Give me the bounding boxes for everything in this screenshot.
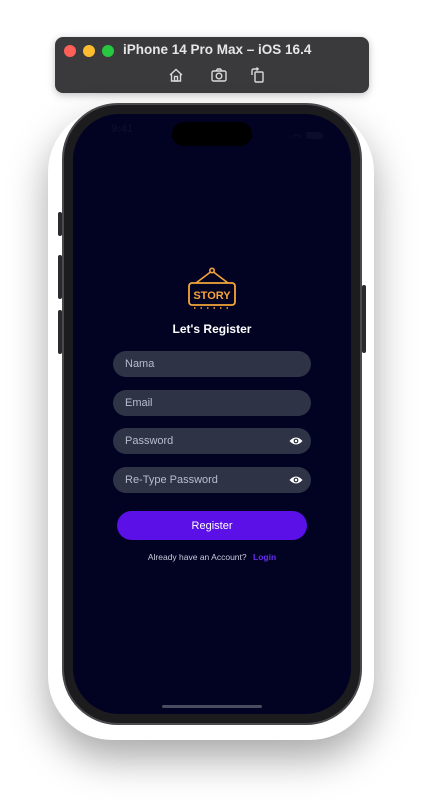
close-window-button[interactable]	[64, 45, 76, 57]
simulator-toolbar: iPhone 14 Pro Max – iOS 16.4	[55, 37, 369, 93]
silent-switch	[58, 212, 62, 236]
phone-screen: 9:41 STORY Let's Register Nama Email Reg…	[73, 114, 351, 714]
login-link[interactable]: Login	[253, 552, 276, 562]
volume-down-button	[58, 310, 62, 354]
screenshot-icon[interactable]	[210, 66, 228, 84]
login-prompt: Already have an Account? Login	[73, 552, 351, 562]
email-field[interactable]	[113, 390, 311, 416]
minimize-window-button[interactable]	[83, 45, 95, 57]
zoom-window-button[interactable]	[102, 45, 114, 57]
eye-icon[interactable]	[289, 435, 303, 447]
home-icon[interactable]	[167, 66, 185, 84]
retype-password-input[interactable]	[113, 467, 311, 493]
retype-password-field[interactable]	[113, 467, 311, 493]
story-logo: STORY	[186, 267, 238, 311]
simulator-title: iPhone 14 Pro Max – iOS 16.4	[123, 42, 312, 57]
dynamic-island	[172, 122, 252, 146]
page-title: Let's Register	[172, 322, 252, 336]
logo-text: STORY	[193, 290, 231, 302]
register-button[interactable]: Register	[117, 511, 307, 540]
power-button	[362, 285, 366, 353]
password-field[interactable]	[113, 428, 311, 454]
rotate-icon[interactable]	[249, 66, 267, 84]
password-input[interactable]	[113, 428, 311, 454]
volume-up-button	[58, 255, 62, 299]
account-prompt-text: Already have an Account?	[147, 552, 247, 562]
status-icons	[291, 126, 325, 139]
home-indicator	[162, 705, 262, 708]
name-field[interactable]	[113, 351, 311, 377]
status-time: 9:41	[111, 123, 134, 135]
email-input[interactable]	[113, 390, 311, 416]
eye-icon[interactable]	[289, 474, 303, 486]
name-input[interactable]	[113, 351, 311, 377]
